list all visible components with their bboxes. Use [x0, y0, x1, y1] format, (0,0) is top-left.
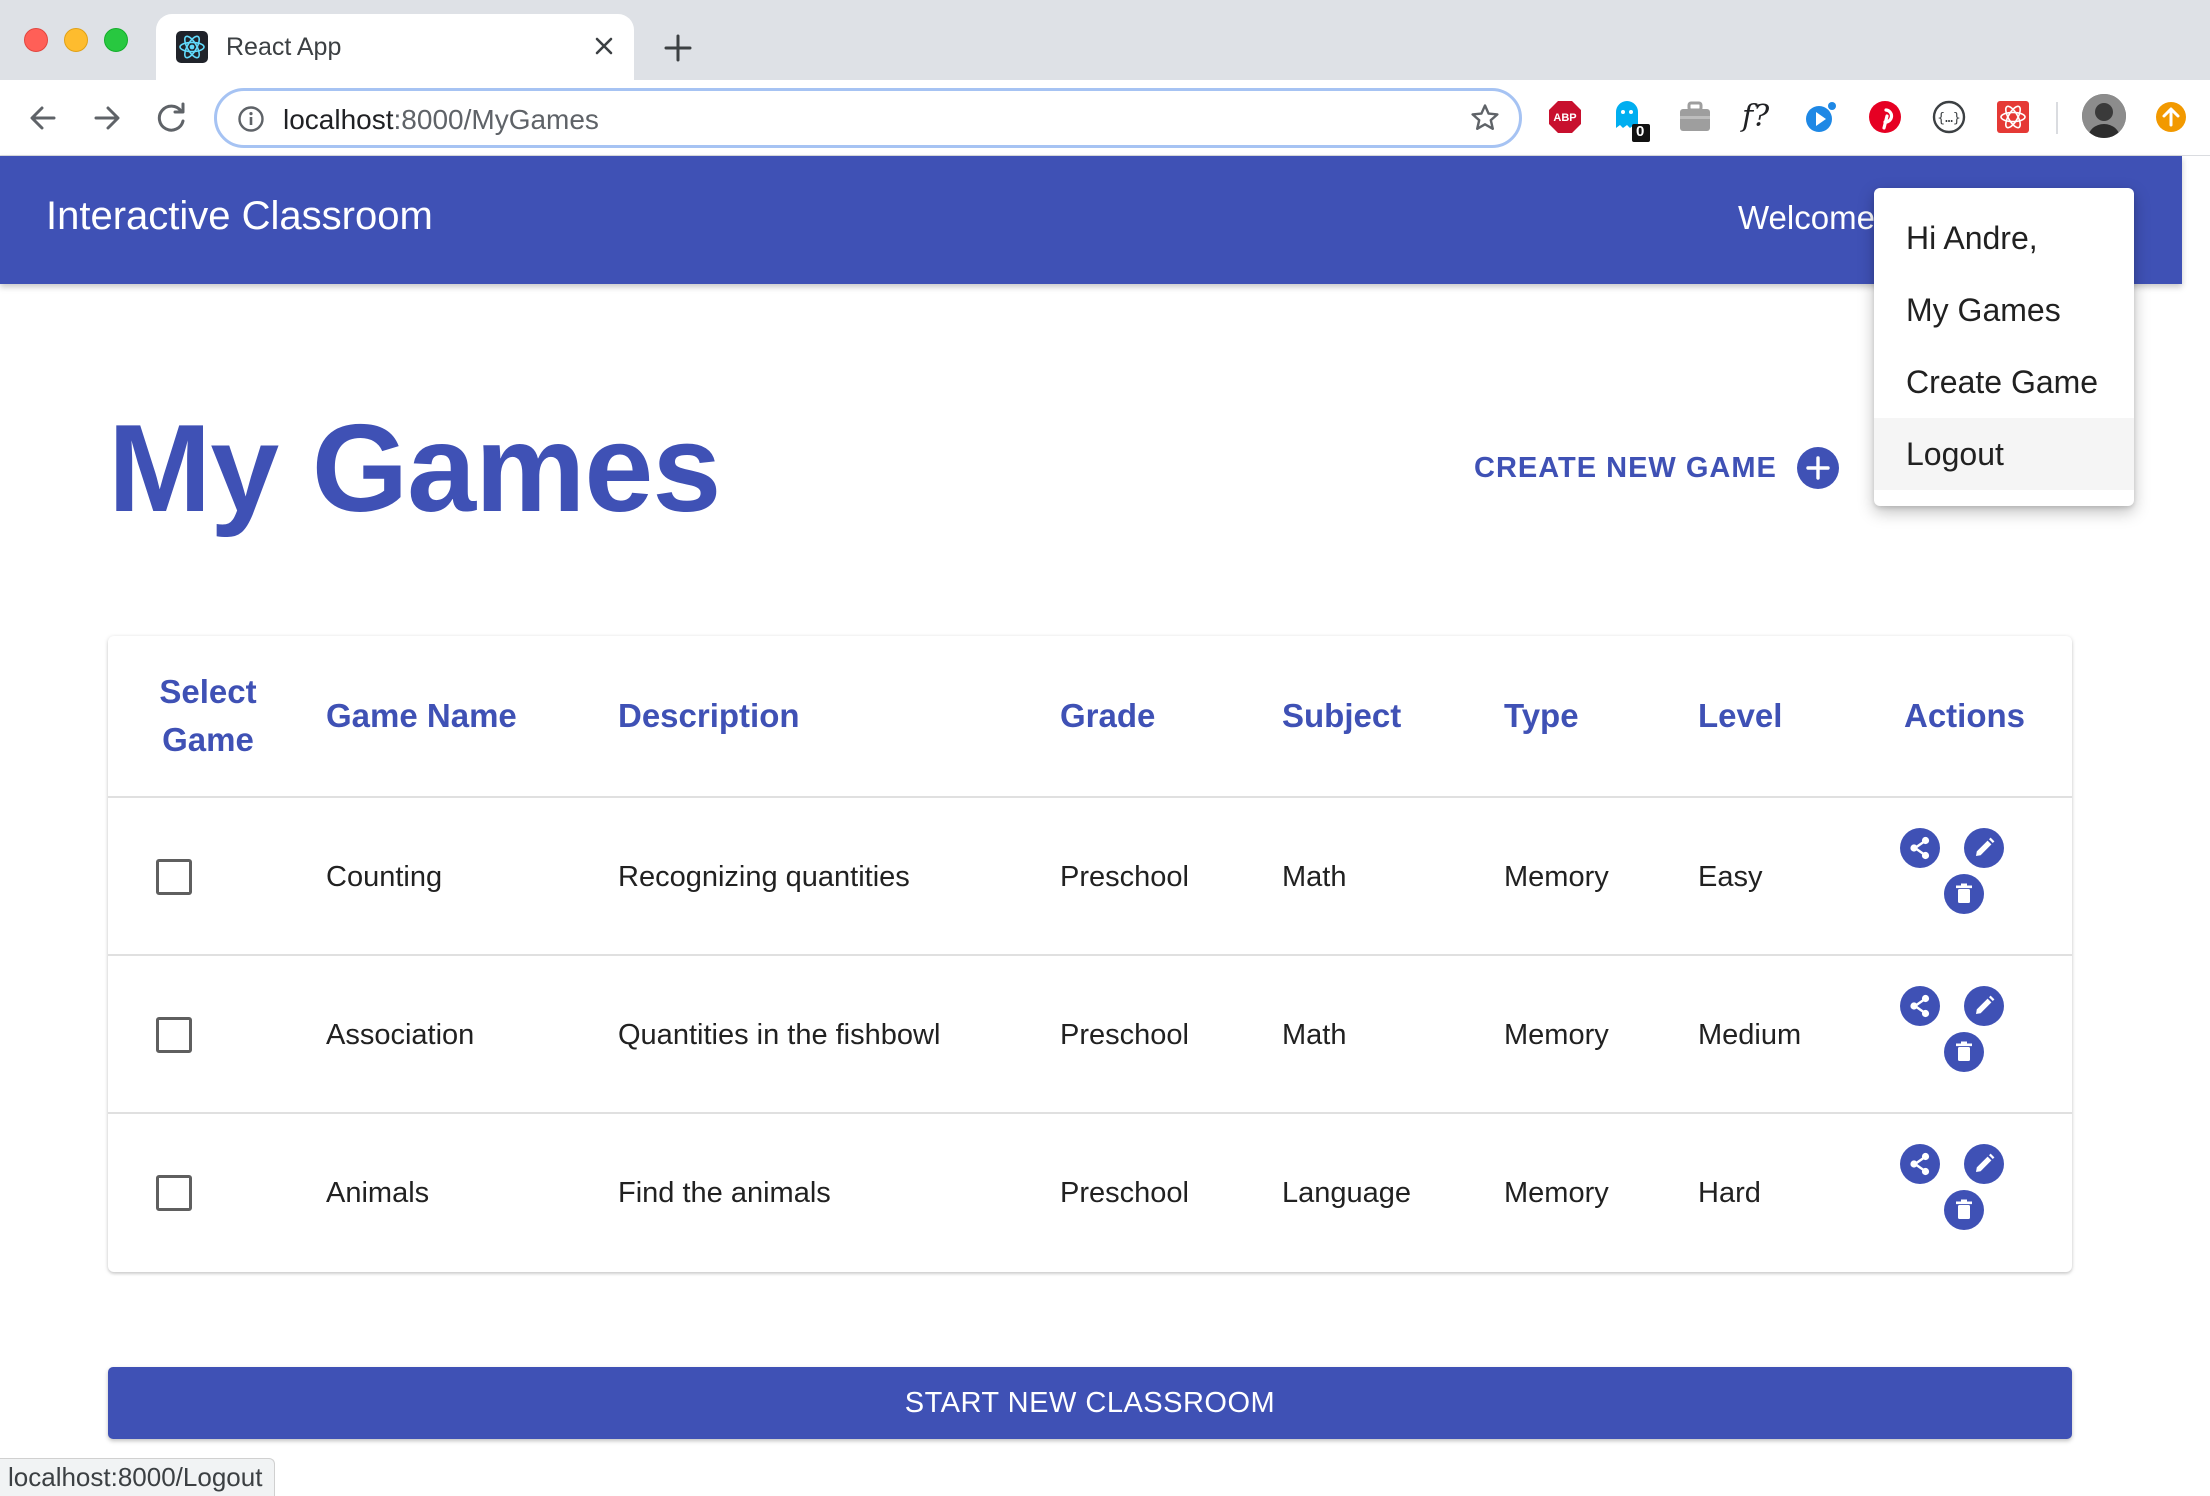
table-row: Animals Find the animals Preschool Langu… — [108, 1112, 2072, 1270]
delete-icon[interactable] — [1944, 874, 1984, 914]
cell-level: Hard — [1698, 1176, 1761, 1209]
cell-game-name: Counting — [326, 860, 443, 893]
json-viewer-extension-icon[interactable]: {…} — [1930, 98, 1968, 136]
header-actions: Actions — [1904, 697, 2026, 734]
header-select-line1: Select — [159, 673, 257, 710]
header-grade: Grade — [1060, 697, 1156, 734]
cursor-extension-icon[interactable] — [1802, 98, 1840, 136]
table-row: Association Quantities in the fishbowl P… — [108, 954, 2072, 1112]
window-minimize-button[interactable] — [64, 28, 88, 52]
table-row: Counting Recognizing quantities Preschoo… — [108, 796, 2072, 954]
ghostery-extension-icon[interactable]: 0 — [1610, 98, 1650, 142]
start-new-classroom-button[interactable]: START NEW CLASSROOM — [108, 1367, 2072, 1439]
add-circle-icon — [1796, 447, 1839, 489]
cell-subject: Language — [1282, 1176, 1412, 1209]
update-available-icon[interactable] — [2152, 98, 2190, 136]
header-select-game: Select Game — [138, 636, 278, 796]
cell-grade: Preschool — [1060, 1176, 1189, 1209]
cell-level: Medium — [1698, 1018, 1802, 1051]
header-level: Level — [1698, 697, 1783, 734]
cell-subject: Math — [1282, 1018, 1347, 1051]
create-new-game-button[interactable]: CREATE NEW GAME — [1474, 446, 1839, 490]
share-icon[interactable] — [1900, 986, 1940, 1026]
edit-icon[interactable] — [1964, 1144, 2004, 1184]
header-description: Description — [618, 697, 800, 734]
cell-grade: Preschool — [1060, 1018, 1189, 1051]
cell-description: Recognizing quantities — [618, 860, 910, 893]
adblock-extension-icon[interactable]: ABP — [1546, 98, 1584, 136]
cell-description: Find the animals — [618, 1176, 831, 1209]
select-game-checkbox[interactable] — [156, 1175, 192, 1211]
react-devtools-extension-icon[interactable] — [1994, 98, 2032, 136]
header-game-name: Game Name — [326, 697, 517, 734]
site-info-icon[interactable] — [237, 105, 265, 133]
start-new-classroom-label: START NEW CLASSROOM — [904, 1386, 1276, 1419]
url-host: localhost — [283, 104, 394, 135]
font-finder-extension-icon[interactable]: f? — [1740, 98, 1778, 136]
profile-avatar[interactable] — [2082, 94, 2126, 138]
delete-icon[interactable] — [1944, 1190, 1984, 1230]
reload-icon[interactable] — [150, 97, 192, 139]
menu-greeting: Hi Andre, — [1906, 219, 2038, 256]
svg-text:ABP: ABP — [1553, 112, 1576, 124]
bookmark-star-icon[interactable] — [1469, 102, 1501, 134]
url-path: :8000/MyGames — [393, 104, 599, 135]
window-maximize-button[interactable] — [104, 28, 128, 52]
address-bar[interactable]: localhost:8000/MyGames — [214, 88, 1522, 148]
share-icon[interactable] — [1900, 1144, 1940, 1184]
welcome-text[interactable]: Welcome — [1738, 199, 1875, 237]
tab-close-icon[interactable] — [586, 28, 622, 64]
edit-icon[interactable] — [1964, 986, 2004, 1026]
url-text: localhost:8000/MyGames — [283, 104, 599, 136]
cell-level: Easy — [1698, 860, 1763, 893]
back-arrow-icon[interactable] — [22, 97, 64, 139]
ghostery-badge-count: 0 — [1636, 123, 1645, 140]
forward-arrow-icon[interactable] — [86, 97, 128, 139]
browser-tab-active[interactable]: React App — [156, 14, 634, 80]
tab-strip: React App — [0, 0, 2210, 80]
menu-item-my-games[interactable]: My Games — [1874, 274, 2134, 346]
svg-text:f?: f? — [1740, 99, 1770, 134]
svg-text:{…}: {…} — [1937, 111, 1960, 126]
cell-type: Memory — [1504, 860, 1609, 893]
app-title: Interactive Classroom — [46, 194, 433, 238]
window-close-button[interactable] — [24, 28, 48, 52]
menu-item-create-game[interactable]: Create Game — [1874, 346, 2134, 418]
react-favicon-icon — [176, 31, 208, 63]
header-select-line2: Game — [162, 721, 254, 758]
select-game-checkbox[interactable] — [156, 859, 192, 895]
share-icon[interactable] — [1900, 828, 1940, 868]
status-bar-url: localhost:8000/Logout — [0, 1458, 276, 1496]
cell-description: Quantities in the fishbowl — [618, 1018, 941, 1051]
cell-game-name: Association — [326, 1018, 475, 1051]
cell-grade: Preschool — [1060, 860, 1189, 893]
header-subject: Subject — [1282, 697, 1402, 734]
briefcase-extension-icon[interactable] — [1676, 98, 1714, 136]
menu-item-logout[interactable]: Logout — [1874, 418, 2134, 490]
pinterest-extension-icon[interactable] — [1866, 98, 1904, 136]
user-menu: Hi Andre, My Games Create Game Logout — [1874, 188, 2134, 506]
page-title: My Games — [108, 400, 721, 538]
tab-title: React App — [226, 33, 342, 61]
create-new-game-label: CREATE NEW GAME — [1474, 451, 1777, 484]
cell-game-name: Animals — [326, 1176, 430, 1209]
new-tab-icon[interactable] — [658, 28, 698, 68]
delete-icon[interactable] — [1944, 1032, 1984, 1072]
games-table: Select Game Game Name Description Grade S… — [108, 636, 2072, 1272]
cell-type: Memory — [1504, 1018, 1609, 1051]
header-type: Type — [1504, 697, 1579, 734]
browser-toolbar: localhost:8000/MyGames ABP 0 f? {…} — [0, 80, 2210, 156]
browser-window: React App localhost:8000/MyGames ABP 0 f… — [0, 0, 2210, 1496]
edit-icon[interactable] — [1964, 828, 2004, 868]
app-bar: Interactive Classroom Welcome — [0, 156, 2182, 284]
cell-subject: Math — [1282, 860, 1347, 893]
toolbar-divider — [2056, 102, 2058, 134]
select-game-checkbox[interactable] — [156, 1017, 192, 1053]
cell-type: Memory — [1504, 1176, 1609, 1209]
